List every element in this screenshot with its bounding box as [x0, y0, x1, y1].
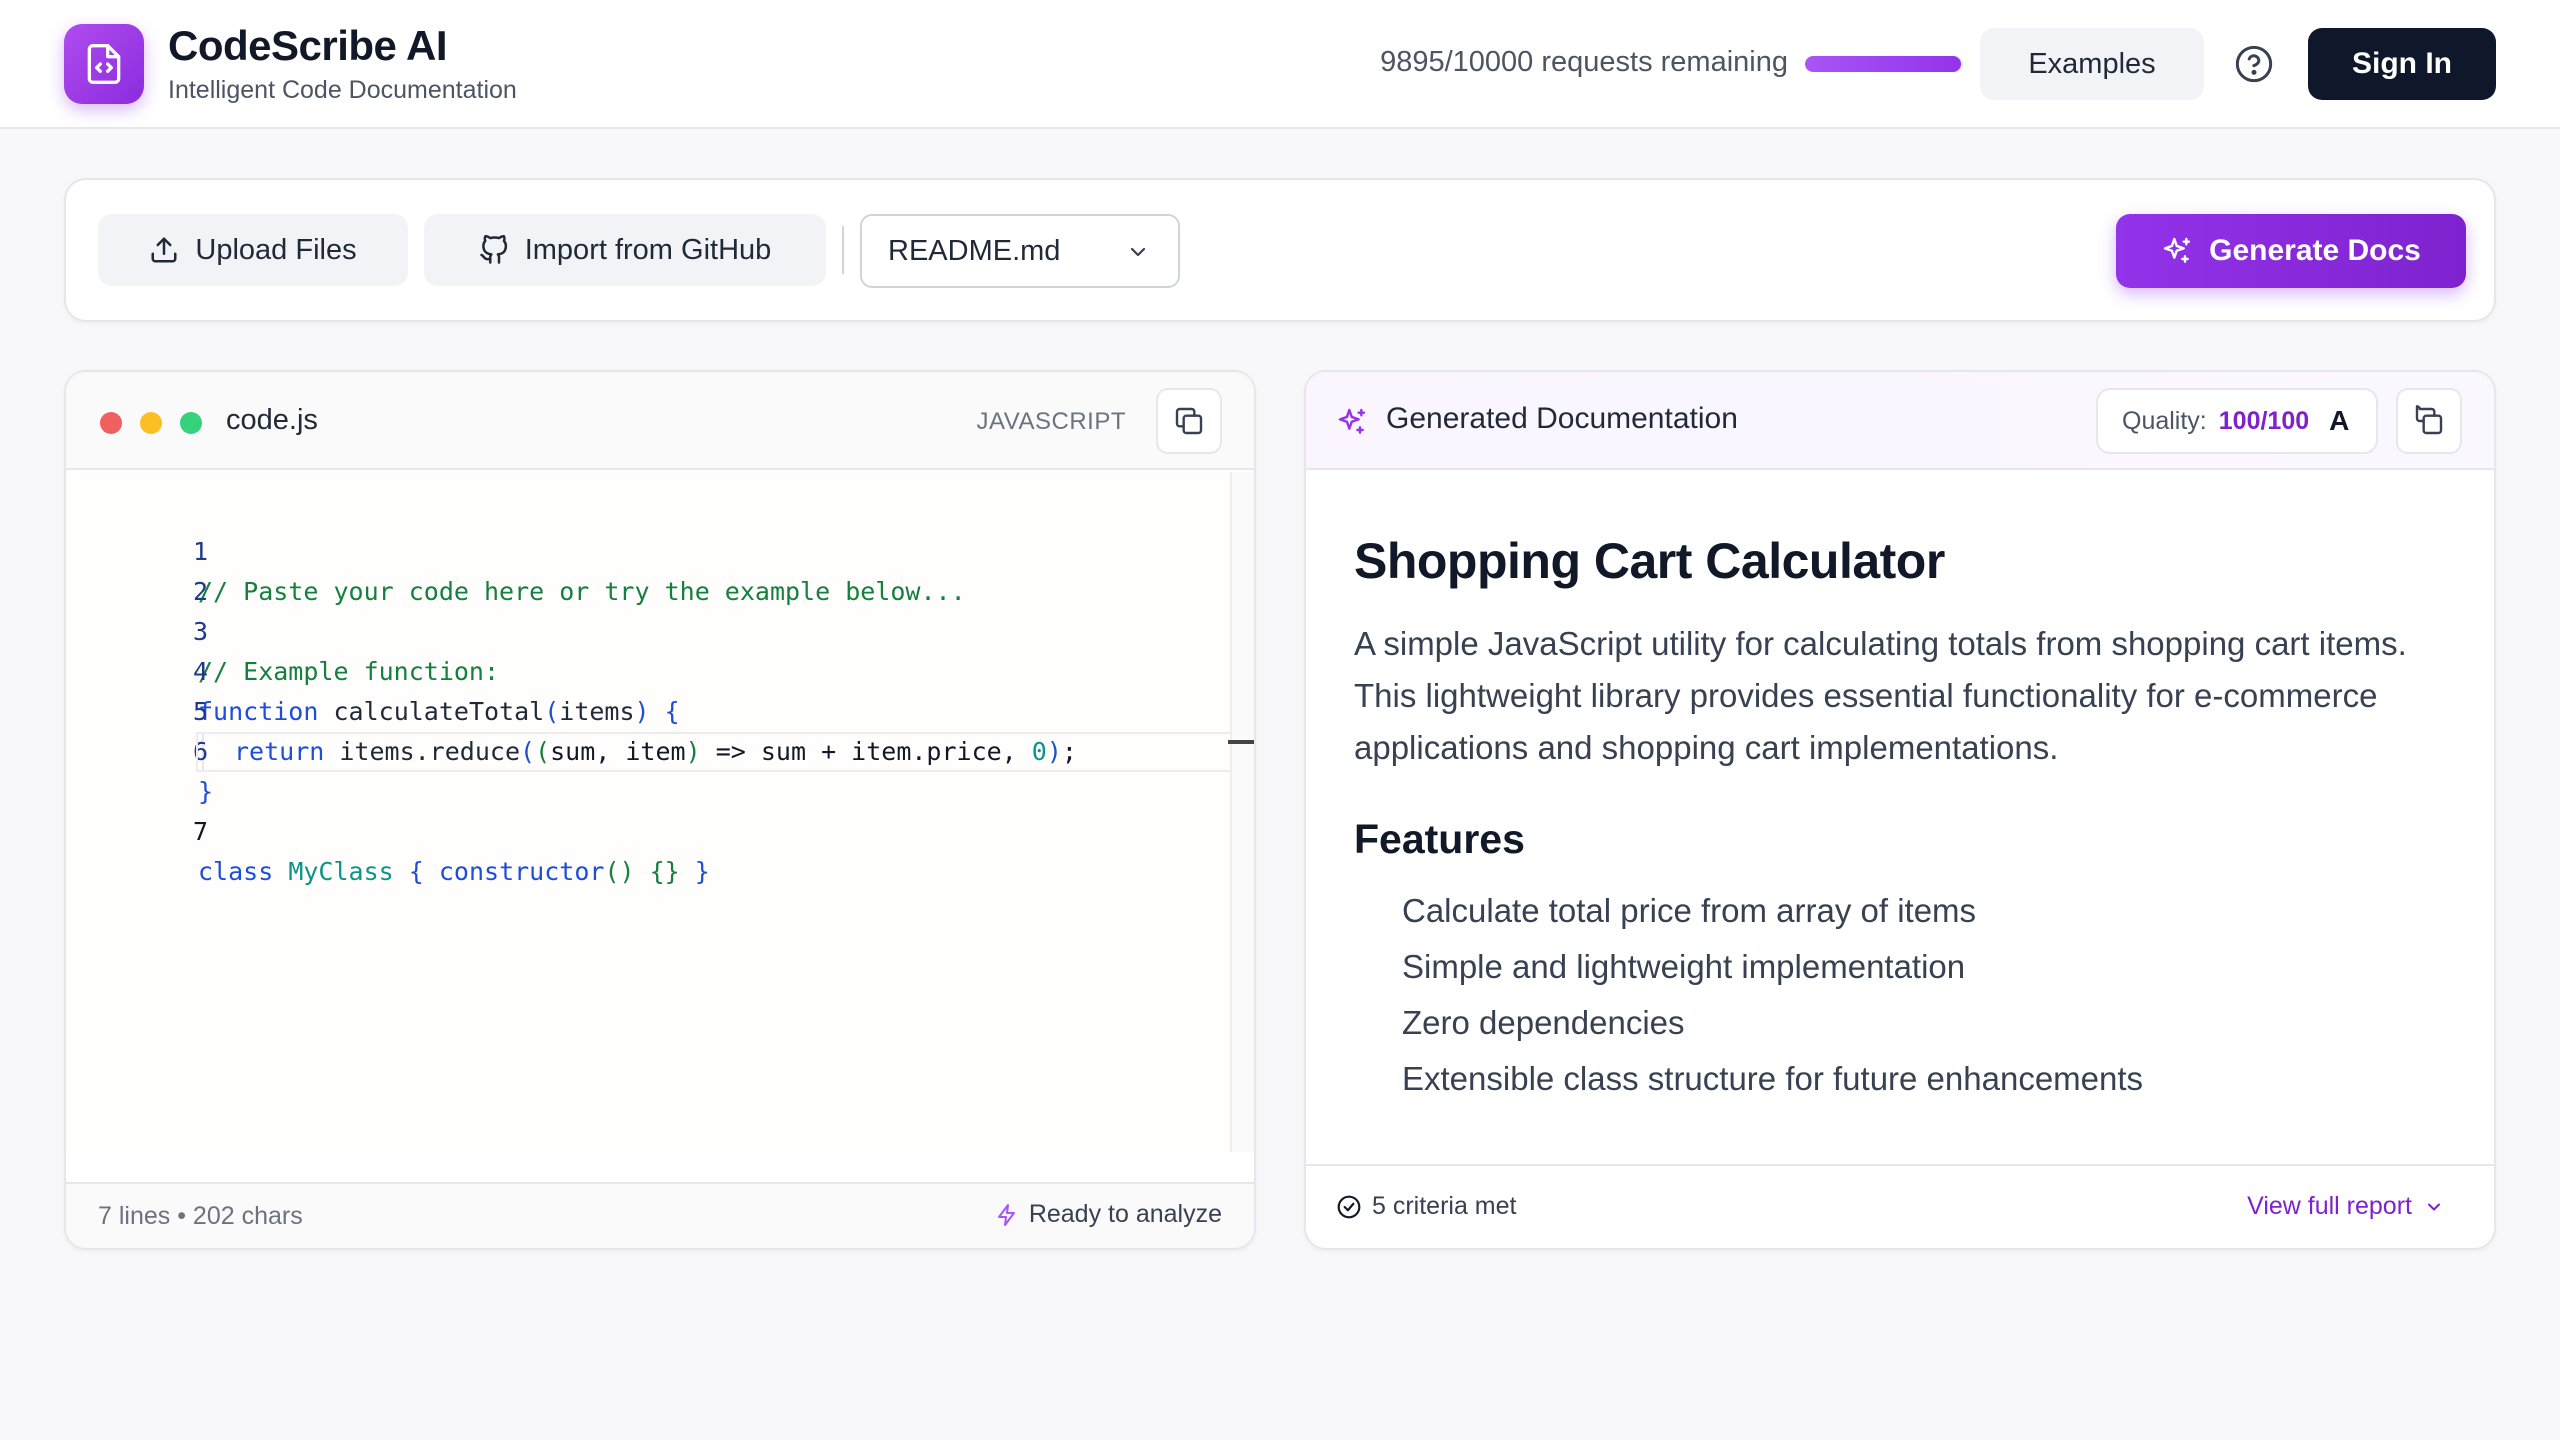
template-select[interactable]: README.md: [860, 214, 1180, 288]
line-number: 7: [192, 817, 208, 846]
chevron-down-icon: [2428, 1203, 2440, 1210]
criteria-met: 5 criteria met: [1336, 1192, 1516, 1221]
doc-title: Shopping Cart Calculator: [1354, 533, 1945, 589]
editor-footer: 7 lines • 202 chars Ready to analyze: [66, 1182, 1254, 1248]
doc-description: A simple JavaScript utility for calculat…: [1354, 625, 2407, 766]
code-line: 6 }: [66, 692, 1230, 806]
active-line-highlight: [196, 732, 1254, 772]
editor-filename: code.js: [226, 404, 318, 436]
sign-in-button[interactable]: Sign In: [2308, 28, 2496, 100]
template-select-value: README.md: [888, 234, 1061, 267]
app-subtitle: Intelligent Code Documentation: [168, 76, 517, 104]
check-circle-icon: [1337, 1195, 1361, 1218]
toolbar-divider: [842, 226, 844, 274]
import-github-button[interactable]: Import from GitHub: [424, 214, 826, 286]
editor-scrollbar[interactable]: [1230, 472, 1254, 1152]
view-report-label: View full report: [2247, 1192, 2412, 1220]
editor-stats: 7 lines • 202 chars: [98, 1202, 303, 1230]
code-line: 5 return items.reduce((sum, item) => sum…: [66, 652, 1230, 772]
editor-language-badge: JAVASCRIPT: [976, 408, 1126, 435]
upload-icon: [151, 237, 177, 263]
examples-button[interactable]: Examples: [1980, 28, 2204, 100]
action-toolbar: Upload Files Import from GitHub README.m…: [64, 178, 2496, 322]
code-textarea[interactable]: 1 // Paste your code here or try the exa…: [66, 472, 1254, 1152]
copy-docs-button[interactable]: [2396, 388, 2462, 454]
list-item: Calculate total price from array of item…: [1402, 892, 1977, 929]
code-editor-panel: code.js JAVASCRIPT 1 // Paste your code …: [64, 370, 1256, 1250]
app-title: CodeScribe AI: [168, 22, 448, 69]
list-item: Zero dependencies: [1402, 1004, 1685, 1041]
doc-footer: 5 criteria met View full report: [1306, 1164, 2494, 1248]
code-line: 2: [66, 532, 1230, 606]
question-circle-icon[interactable]: [2234, 44, 2274, 84]
code-line: 3 // Example function:: [66, 572, 1230, 686]
documentation-panel: Generated Documentation Quality: 100/100…: [1304, 370, 2496, 1250]
editor-header: code.js JAVASCRIPT: [66, 372, 1254, 470]
window-dot-green: [180, 412, 202, 434]
window-dot-yellow: [140, 412, 162, 434]
import-github-label: Import from GitHub: [524, 233, 772, 266]
view-full-report-link[interactable]: View full report: [2247, 1192, 2444, 1221]
code-line-active: 7 class MyClass { constructor() {} }: [66, 732, 1254, 886]
editor-status-text: Ready to analyze: [1028, 1200, 1222, 1228]
list-item: Simple and lightweight implementation: [1402, 948, 1966, 985]
upload-files-label: Upload Files: [195, 233, 357, 266]
doc-header: Generated Documentation Quality: 100/100…: [1306, 372, 2494, 470]
doc-features-list: Calculate total price from array of item…: [1354, 883, 2454, 1107]
doc-features-heading: Features: [1354, 816, 1525, 862]
requests-remaining-text: 9895/10000 requests remaining: [1380, 46, 1788, 78]
quality-score-badge[interactable]: Quality: 100/100 A: [2096, 388, 2378, 454]
copy-icon: [2415, 405, 2443, 435]
code-line: 1 // Paste your code here or try the exa…: [66, 492, 1230, 606]
sparkles-icon: [2163, 237, 2191, 263]
copy-code-button[interactable]: [1156, 388, 1222, 454]
code-line: 4 function calculateTotal(items) {: [66, 612, 1230, 726]
lightning-icon: [997, 1203, 1015, 1226]
quality-score: 100/100: [2218, 406, 2310, 435]
generate-docs-button[interactable]: Generate Docs: [2116, 214, 2466, 288]
doc-panel-title: Generated Documentation: [1386, 402, 1738, 435]
github-icon: [479, 235, 507, 264]
upload-files-button[interactable]: Upload Files: [98, 214, 408, 286]
code-file-icon: [87, 44, 121, 84]
generate-docs-label: Generate Docs: [2209, 234, 2421, 267]
quality-grade: A: [2329, 405, 2350, 436]
criteria-met-text: 5 criteria met: [1372, 1192, 1517, 1220]
requests-progress-fill: [1805, 56, 1962, 72]
requests-progress-bar: [1805, 56, 1963, 72]
app-logo[interactable]: [64, 24, 144, 104]
app-header: CodeScribe AI Intelligent Code Documenta…: [0, 0, 2560, 129]
editor-status: Ready to analyze: [995, 1200, 1222, 1229]
quality-label: Quality:: [2122, 406, 2207, 435]
window-dot-red: [100, 412, 122, 434]
doc-content: Shopping Cart Calculator A simple JavaSc…: [1354, 532, 2454, 1107]
scrollbar-marker: [1228, 740, 1254, 744]
list-item: Extensible class structure for future en…: [1402, 1060, 2144, 1097]
sparkles-icon: [1338, 408, 1366, 434]
chevron-down-icon: [1130, 247, 1146, 257]
copy-icon: [1175, 407, 1203, 435]
